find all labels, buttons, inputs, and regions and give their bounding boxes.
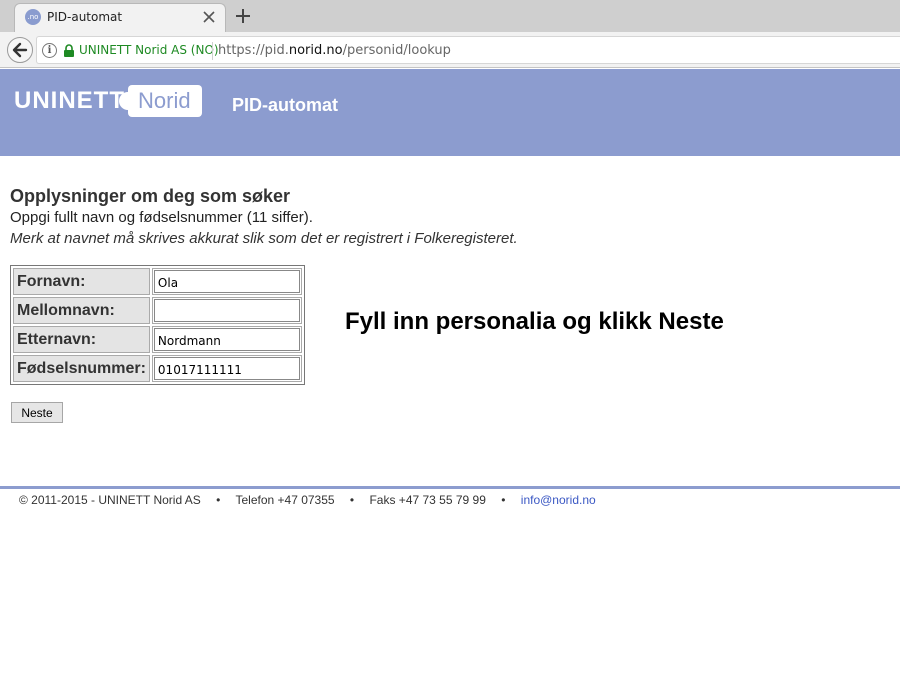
address-bar: i UNINETT Norid AS (NO) https://pid.nori… [0, 32, 900, 68]
url-path: /personid/lookup [342, 43, 451, 58]
form-row-fodselsnummer: Fødselsnummer: [13, 355, 302, 382]
footer-separator: • [501, 493, 506, 507]
form-row-etternavn: Etternavn: [13, 326, 302, 353]
footer-fax: Faks +47 73 55 79 99 [369, 493, 486, 507]
tab-title: PID-automat [47, 10, 123, 24]
url-domain: norid.no [288, 43, 343, 58]
new-tab-icon[interactable] [234, 7, 252, 25]
field-label: Mellomnavn: [13, 297, 150, 324]
site-header: UNINETT Norid PID-automat [0, 69, 900, 156]
footer: © 2011-2015 - UNINETT Norid AS • Telefon… [19, 493, 596, 507]
footer-copyright: © 2011-2015 - UNINETT Norid AS [19, 493, 201, 507]
form-row-fornavn: Fornavn: [13, 268, 302, 295]
national-id-input[interactable] [153, 357, 300, 380]
footer-separator: • [349, 493, 355, 507]
logo-text-norid: Norid [138, 88, 191, 113]
last-name-input[interactable] [153, 328, 300, 351]
logo-box: Norid [128, 85, 202, 117]
instruction-callout: Fyll inn personalia og klikk Neste [345, 308, 724, 335]
lock-icon [64, 44, 74, 57]
info-icon[interactable]: i [42, 43, 57, 58]
field-label: Etternavn: [13, 326, 150, 353]
page-heading: Opplysninger om deg som søker [10, 186, 291, 206]
back-button[interactable] [7, 37, 33, 63]
footer-divider [0, 486, 900, 489]
arrow-left-icon [12, 42, 28, 58]
form-row-mellomnavn: Mellomnavn: [13, 297, 302, 324]
middle-name-input[interactable] [153, 299, 300, 322]
url-separator [212, 42, 213, 60]
field-label: Fornavn: [13, 268, 150, 295]
browser-tab-bar: .no PID-automat [0, 0, 900, 32]
footer-email-link[interactable]: info@norid.no [521, 493, 596, 507]
browser-tab[interactable]: .no PID-automat [14, 3, 226, 32]
url-prefix: https://pid. [218, 43, 289, 58]
registry-note: Merk at navnet må skrives akkurat slik s… [10, 230, 518, 247]
personal-info-form: Fornavn: Mellomnavn: Etternavn: Fødselsn… [10, 265, 305, 385]
omnibox[interactable]: i UNINETT Norid AS (NO) https://pid.nori… [36, 36, 900, 64]
logo-text-uninett: UNINETT [14, 87, 125, 114]
favicon-icon: .no [25, 9, 41, 25]
first-name-input[interactable] [153, 270, 300, 293]
close-icon[interactable] [201, 9, 217, 25]
field-label: Fødselsnummer: [13, 355, 150, 382]
next-button[interactable]: Neste [11, 402, 63, 423]
footer-phone: Telefon +47 07355 [235, 493, 335, 507]
logo-half-circle-icon [119, 92, 128, 110]
site-title: PID-automat [232, 95, 339, 115]
instruction-text: Oppgi fullt navn og fødselsnummer (11 si… [10, 209, 313, 226]
footer-separator: • [216, 493, 221, 507]
url-text[interactable]: https://pid.norid.no/personid/lookup [218, 43, 451, 58]
certificate-label[interactable]: UNINETT Norid AS (NO) [79, 43, 219, 57]
